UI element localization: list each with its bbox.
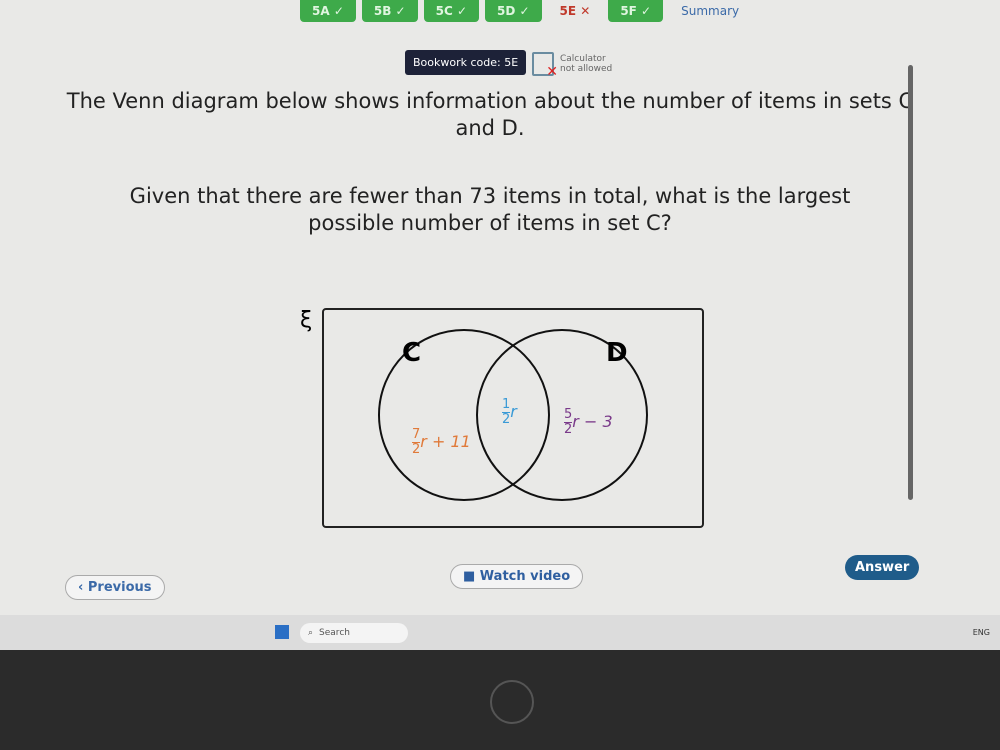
question-text-1: The Venn diagram below shows information… [66,89,914,140]
bookwork-code: Bookwork code: 5E [405,50,527,75]
tab-5e[interactable]: 5E ✕ [548,0,603,22]
scrollbar[interactable] [908,65,913,500]
search-label: Search [319,627,350,638]
label-d: D [606,338,628,368]
tab-label: 5E [559,4,577,18]
region-intersection: 12r [502,398,517,427]
universal-set-symbol: ξ [300,308,313,333]
tab-5c[interactable]: 5C ✓ [423,0,479,22]
screen: 5A ✓ 5B ✓ 5C ✓ 5D ✓ 5E ✕ 5F ✓ Summary Bo… [0,0,1000,620]
calculator-notice: Calculatornot allowed [532,52,613,80]
language-indicator[interactable]: ENG [973,628,990,637]
question-text-2: Given that there are fewer than 73 items… [129,184,851,235]
tab-label: 5C [435,4,453,18]
task-tabs: 5A ✓ 5B ✓ 5C ✓ 5D ✓ 5E ✕ 5F ✓ Summary [300,0,751,22]
search-icon: ⌕ [308,627,314,638]
venn-diagram: C D 72r + 11 12r 52r − 3 [322,308,704,528]
tab-5a[interactable]: 5A ✓ [300,0,356,22]
tab-label: 5F [620,4,637,18]
taskbar-search[interactable]: ⌕ Search [300,622,408,643]
windows-start-icon[interactable] [275,625,289,639]
tab-label: 5A [312,4,330,18]
region-d-only: 52r − 3 [564,408,613,437]
tab-5d[interactable]: 5D ✓ [485,0,542,22]
expr-rest: r − 3 [572,412,613,431]
previous-button[interactable]: ‹ Previous [65,575,165,600]
label-c: C [402,338,422,368]
calc-line1: Calculator [560,54,606,64]
tab-5b[interactable]: 5B ✓ [361,0,418,22]
laptop-bezel [0,650,1000,750]
tab-label: 5B [373,4,392,18]
expr-rest: r + 11 [420,432,471,451]
tab-summary[interactable]: Summary [669,0,751,22]
tab-5f[interactable]: 5F ✓ [608,0,664,22]
calculator-not-allowed-icon [532,52,558,80]
expr-rest: r [510,402,517,421]
tab-label: 5D [497,4,516,18]
hp-logo [490,680,534,724]
calc-line2: not allowed [560,64,613,74]
answer-button[interactable]: Answer [845,555,920,580]
region-c-only: 72r + 11 [412,428,471,457]
taskbar: ⌕ Search ENG [0,615,1000,650]
watch-video-button[interactable]: ■ Watch video [450,564,584,589]
